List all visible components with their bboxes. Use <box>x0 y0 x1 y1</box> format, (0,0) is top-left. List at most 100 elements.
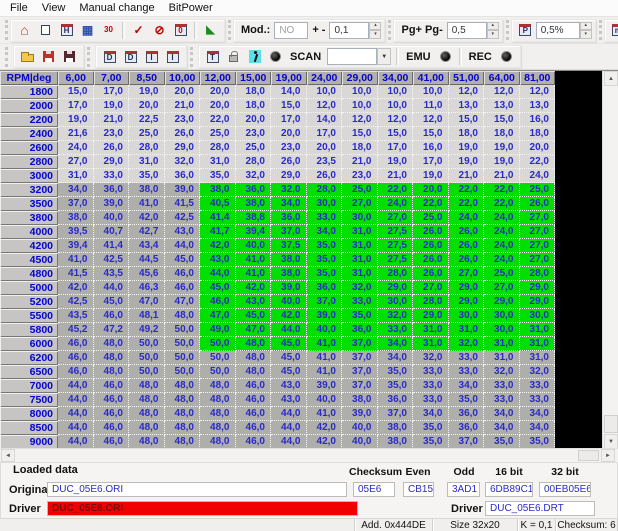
map-cell-8000-10-00[interactable]: 48,0 <box>165 407 201 421</box>
map-cell-2000-51-00[interactable]: 13,0 <box>449 99 485 113</box>
map-cell-2200-81-00[interactable]: 16,0 <box>520 113 556 127</box>
even-field[interactable]: CB15 <box>403 482 434 497</box>
map-cell-3800-51-00[interactable]: 24,0 <box>449 211 485 225</box>
map-cell-4200-19-00[interactable]: 37,5 <box>271 239 307 253</box>
map-cell-5200-12-00[interactable]: 46,0 <box>200 295 236 309</box>
map-cell-1800-51-00[interactable]: 12,0 <box>449 85 485 99</box>
map-cell-2400-8-50[interactable]: 25,0 <box>129 127 165 141</box>
map-m-icon[interactable]: m <box>608 20 618 40</box>
map-cell-3500-12-00[interactable]: 40,5 <box>200 197 236 211</box>
map-cell-2600-41-00[interactable]: 16,0 <box>413 141 449 155</box>
map-cell-4000-7-00[interactable]: 40,7 <box>94 225 130 239</box>
map-cell-2000-29-00[interactable]: 10,0 <box>342 99 378 113</box>
map-cell-4200-12-00[interactable]: 42,0 <box>200 239 236 253</box>
map-cell-5000-15-00[interactable]: 42,0 <box>236 281 272 295</box>
map-cell-7500-10-00[interactable]: 48,0 <box>165 393 201 407</box>
map-cell-7000-15-00[interactable]: 46,0 <box>236 379 272 393</box>
map-cell-4200-41-00[interactable]: 26,0 <box>413 239 449 253</box>
driver-file-field[interactable]: DUC_05E6.ORI <box>47 501 358 516</box>
map-cell-3500-7-00[interactable]: 39,0 <box>94 197 130 211</box>
map-cell-3500-29-00[interactable]: 27,0 <box>342 197 378 211</box>
map-cell-4800-81-00[interactable]: 28,0 <box>520 267 556 281</box>
map-cell-2000-10-00[interactable]: 21,0 <box>165 99 201 113</box>
map-cell-6000-7-00[interactable]: 48,0 <box>94 337 130 351</box>
map-cell-9000-64-00[interactable]: 35,0 <box>484 435 520 449</box>
map-cell-8500-24-00[interactable]: 42,0 <box>307 421 343 435</box>
map-cell-5500-51-00[interactable]: 30,0 <box>449 309 485 323</box>
map-cell-5000-8-50[interactable]: 46,3 <box>129 281 165 295</box>
step-value[interactable]: 0,1 <box>329 22 369 39</box>
map-cell-9000-6-00[interactable]: 44,0 <box>58 435 94 449</box>
scroll-right-icon[interactable]: ► <box>601 449 615 462</box>
map-cell-3500-51-00[interactable]: 22,0 <box>449 197 485 211</box>
map-cell-5800-12-00[interactable]: 49,0 <box>200 323 236 337</box>
map-cell-6500-19-00[interactable]: 45,0 <box>271 365 307 379</box>
col-header-64-00[interactable]: 64,00 <box>484 71 520 85</box>
map-cell-7500-19-00[interactable]: 43,0 <box>271 393 307 407</box>
map-cell-6000-34-00[interactable]: 34,0 <box>378 337 414 351</box>
map-cell-5000-81-00[interactable]: 29,0 <box>520 281 556 295</box>
row-header-8500[interactable]: 8500 <box>0 421 58 435</box>
map-cell-4200-34-00[interactable]: 27,5 <box>378 239 414 253</box>
map-cell-3200-19-00[interactable]: 32,0 <box>271 183 307 197</box>
map-cell-3500-15-00[interactable]: 38,0 <box>236 197 272 211</box>
map-cell-6000-15-00[interactable]: 48,0 <box>236 337 272 351</box>
map-cell-4500-15-00[interactable]: 41,0 <box>236 253 272 267</box>
map-cell-4200-51-00[interactable]: 26,0 <box>449 239 485 253</box>
map-cell-4500-12-00[interactable]: 43,0 <box>200 253 236 267</box>
map-cell-6200-15-00[interactable]: 48,0 <box>236 351 272 365</box>
map-cell-2400-7-00[interactable]: 23,0 <box>94 127 130 141</box>
map-cell-8000-64-00[interactable]: 34,0 <box>484 407 520 421</box>
map-cell-3800-29-00[interactable]: 30,0 <box>342 211 378 225</box>
map-cell-4200-24-00[interactable]: 35,0 <box>307 239 343 253</box>
map-cell-6200-64-00[interactable]: 31,0 <box>484 351 520 365</box>
map-cell-2200-15-00[interactable]: 20,0 <box>236 113 272 127</box>
map-cell-6000-41-00[interactable]: 31,0 <box>413 337 449 351</box>
map-cell-4200-8-50[interactable]: 43,4 <box>129 239 165 253</box>
map-cell-2600-64-00[interactable]: 19,0 <box>484 141 520 155</box>
col-header-24-00[interactable]: 24,00 <box>307 71 343 85</box>
map-cell-5800-64-00[interactable]: 30,0 <box>484 323 520 337</box>
map-cell-9000-51-00[interactable]: 37,0 <box>449 435 485 449</box>
map-cell-5500-15-00[interactable]: 45,0 <box>236 309 272 323</box>
map-cell-5000-10-00[interactable]: 46,0 <box>165 281 201 295</box>
map-cell-7500-24-00[interactable]: 40,0 <box>307 393 343 407</box>
map-cell-6500-29-00[interactable]: 37,0 <box>342 365 378 379</box>
row-header-5000[interactable]: 5000 <box>0 281 58 295</box>
map-cell-7500-51-00[interactable]: 35,0 <box>449 393 485 407</box>
menu-bitpower[interactable]: BitPower <box>162 1 220 15</box>
percent-value-down-icon[interactable]: ▾ <box>580 30 592 39</box>
map-cell-4500-19-00[interactable]: 38,0 <box>271 253 307 267</box>
map-cell-7500-29-00[interactable]: 38,0 <box>342 393 378 407</box>
map-cell-3200-41-00[interactable]: 20,0 <box>413 183 449 197</box>
scan-led-icon[interactable] <box>265 47 286 67</box>
map-cell-1800-19-00[interactable]: 14,0 <box>271 85 307 99</box>
map-cell-2800-29-00[interactable]: 21,0 <box>342 155 378 169</box>
map-cell-7000-24-00[interactable]: 39,0 <box>307 379 343 393</box>
map-cell-3000-24-00[interactable]: 26,0 <box>307 169 343 183</box>
map-cell-5200-10-00[interactable]: 47,0 <box>165 295 201 309</box>
col-header-19-00[interactable]: 19,00 <box>271 71 307 85</box>
map-cell-2800-34-00[interactable]: 19,0 <box>378 155 414 169</box>
map-cell-7500-6-00[interactable]: 44,0 <box>58 393 94 407</box>
map-cell-2400-19-00[interactable]: 20,0 <box>271 127 307 141</box>
map-cell-9000-29-00[interactable]: 40,0 <box>342 435 378 449</box>
map-cell-6000-12-00[interactable]: 50,0 <box>200 337 236 351</box>
map-cell-2600-10-00[interactable]: 29,0 <box>165 141 201 155</box>
map-cell-6000-64-00[interactable]: 31,0 <box>484 337 520 351</box>
map-cell-1800-64-00[interactable]: 12,0 <box>484 85 520 99</box>
map-cell-6500-12-00[interactable]: 50,0 <box>200 365 236 379</box>
map-cell-4800-6-00[interactable]: 41,5 <box>58 267 94 281</box>
col-header-15-00[interactable]: 15,00 <box>236 71 272 85</box>
map-cell-5500-8-50[interactable]: 48,1 <box>129 309 165 323</box>
map-cell-7500-7-00[interactable]: 46,0 <box>94 393 130 407</box>
map-cell-6200-7-00[interactable]: 48,0 <box>94 351 130 365</box>
copy-map-icon[interactable] <box>35 20 56 40</box>
map-cell-5800-8-50[interactable]: 49,2 <box>129 323 165 337</box>
map-cell-1800-10-00[interactable]: 20,0 <box>165 85 201 99</box>
map-cell-2600-7-00[interactable]: 26,0 <box>94 141 130 155</box>
map-cell-2800-51-00[interactable]: 19,0 <box>449 155 485 169</box>
col-header-29-00[interactable]: 29,00 <box>342 71 378 85</box>
map-cell-5500-19-00[interactable]: 42,0 <box>271 309 307 323</box>
map-cell-3000-15-00[interactable]: 32,0 <box>236 169 272 183</box>
